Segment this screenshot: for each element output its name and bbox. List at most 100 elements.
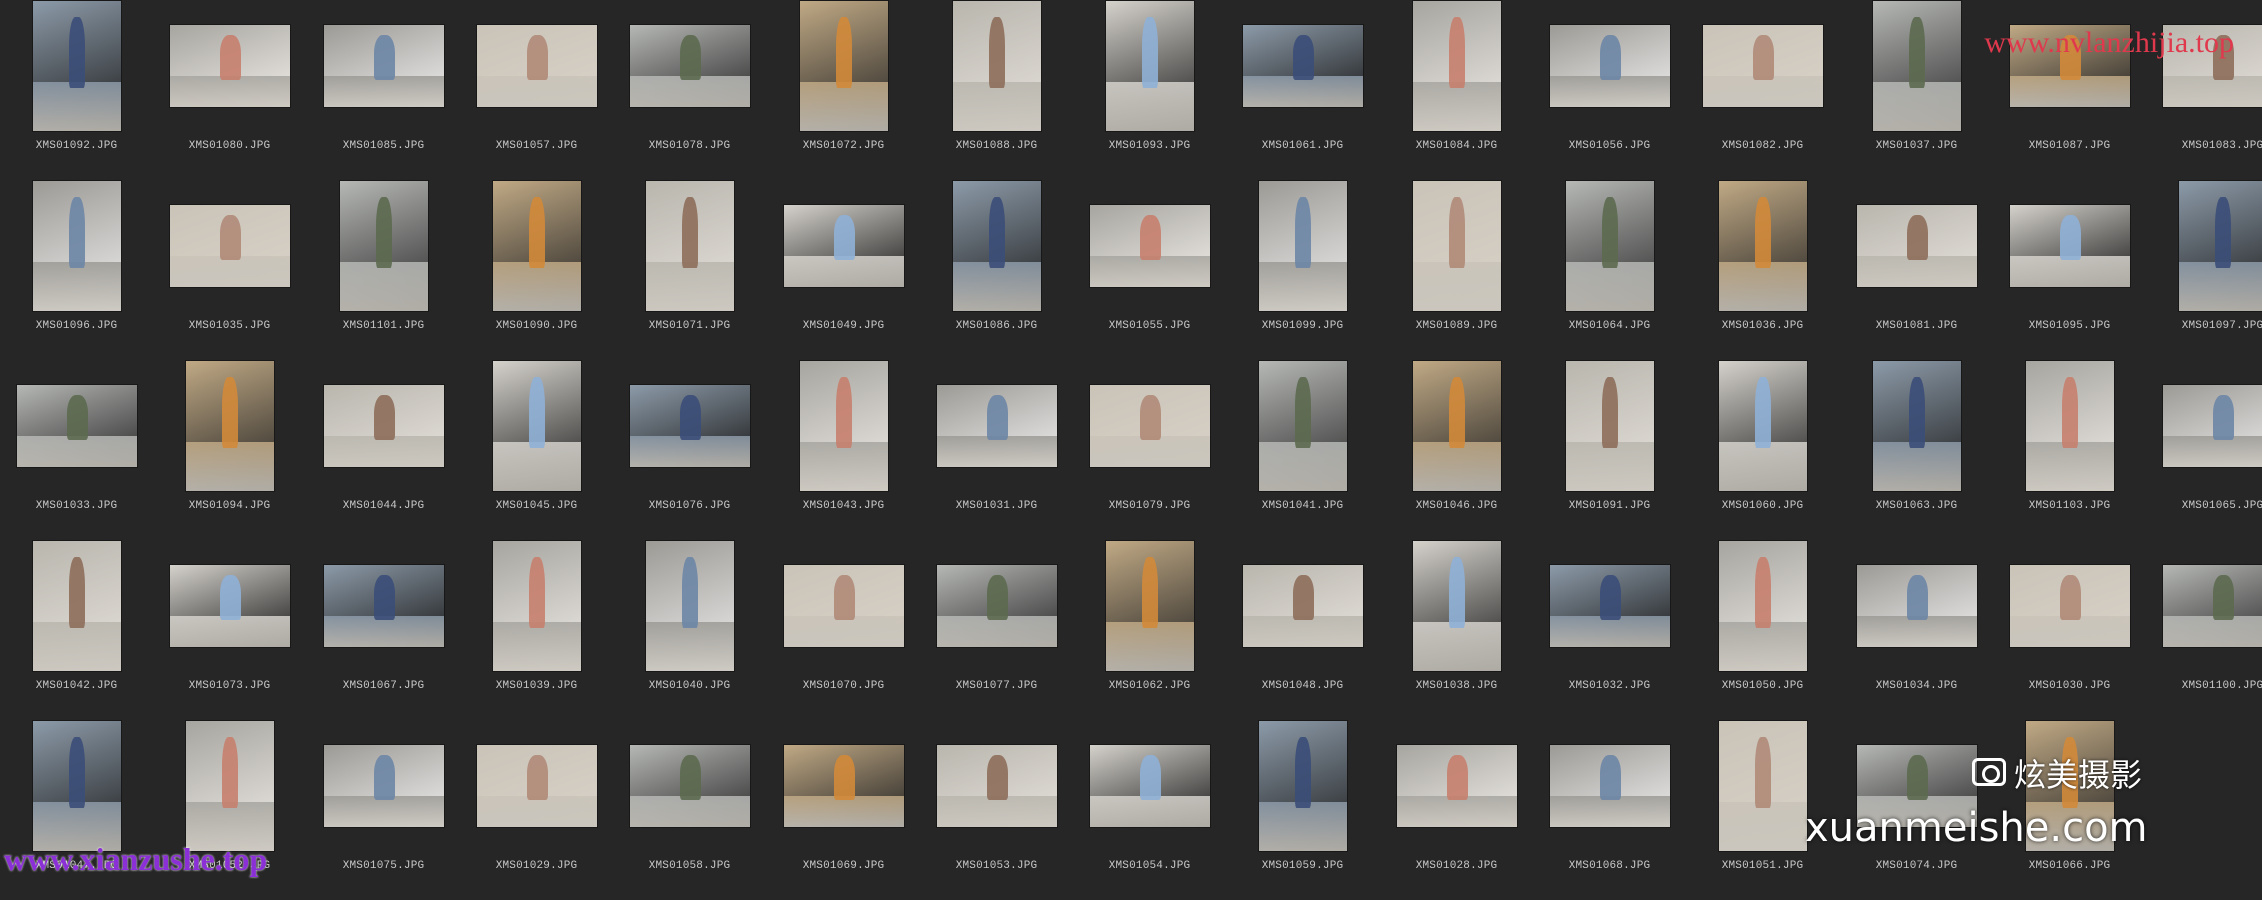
thumbnail-item[interactable]: XMS01091.JPG [1533, 360, 1686, 540]
thumbnail-item[interactable]: XMS01078.JPG [613, 0, 766, 180]
thumbnail-item[interactable]: XMS01057.JPG [460, 0, 613, 180]
thumbnail-item[interactable]: XMS01054.JPG [1073, 720, 1226, 900]
thumbnail-filename: XMS01084.JPG [1380, 140, 1533, 152]
thumbnail-image [2010, 565, 2130, 647]
thumbnail-item[interactable]: XMS01092.JPG [0, 0, 153, 180]
thumbnail-item[interactable]: XMS01071.JPG [613, 180, 766, 360]
thumbnail-item[interactable]: XMS01089.JPG [1380, 180, 1533, 360]
thumbnail-item[interactable]: XMS01093.JPG [1073, 0, 1226, 180]
thumbnail-item[interactable]: XMS01049.JPG [767, 180, 920, 360]
thumbnail-item[interactable]: XMS01062.JPG [1073, 540, 1226, 720]
thumbnail-item[interactable]: XMS01099.JPG [1226, 180, 1379, 360]
thumbnail-item[interactable]: XMS01040.JPG [613, 540, 766, 720]
thumbnail-item[interactable]: XMS01033.JPG [0, 360, 153, 540]
thumbnail-image [1719, 721, 1807, 851]
thumbnail-item[interactable]: XMS01035.JPG [153, 180, 306, 360]
thumbnail-item[interactable]: XMS01043.JPG [767, 360, 920, 540]
thumbnail-item[interactable]: XMS01069.JPG [767, 720, 920, 900]
thumbnail-item[interactable]: XMS01065.JPG [2146, 360, 2262, 540]
thumbnail-item[interactable]: XMS01068.JPG [1533, 720, 1686, 900]
thumbnail-item[interactable]: XMS01080.JPG [153, 0, 306, 180]
thumbnail-image [17, 385, 137, 467]
thumbnail-item[interactable]: XMS01094.JPG [153, 360, 306, 540]
thumbnail-image [1413, 181, 1501, 311]
thumbnail-item[interactable]: XMS01100.JPG [2146, 540, 2262, 720]
thumbnail-item[interactable]: XMS01081.JPG [1840, 180, 1993, 360]
thumbnail-item[interactable]: XMS01101.JPG [307, 180, 460, 360]
thumbnail-image [784, 205, 904, 287]
thumbnail-item[interactable]: XMS01032.JPG [1533, 540, 1686, 720]
thumbnail-filename: XMS01063.JPG [1840, 500, 1993, 512]
thumbnail-item[interactable]: XMS01076.JPG [613, 360, 766, 540]
thumbnail-item[interactable]: XMS01056.JPG [1533, 0, 1686, 180]
thumbnail-image [646, 181, 734, 311]
thumbnail-filename: XMS01101.JPG [307, 320, 460, 332]
thumbnail-item[interactable]: XMS01059.JPG [1226, 720, 1379, 900]
thumbnail-item[interactable]: XMS01034.JPG [1840, 540, 1993, 720]
thumbnail-item[interactable]: XMS01084.JPG [1380, 0, 1533, 180]
thumbnail-filename: XMS01037.JPG [1840, 140, 1993, 152]
thumbnail-item[interactable]: XMS01042.JPG [0, 540, 153, 720]
thumbnail-item[interactable]: XMS01063.JPG [1840, 360, 1993, 540]
thumbnail-item[interactable]: XMS01082.JPG [1686, 0, 1839, 180]
thumbnail-item[interactable]: XMS01029.JPG [460, 720, 613, 900]
thumbnail-filename: XMS01045.JPG [460, 500, 613, 512]
thumbnail-item[interactable]: XMS01072.JPG [767, 0, 920, 180]
thumbnail-filename: XMS01079.JPG [1073, 500, 1226, 512]
thumbnail-image [340, 181, 428, 311]
thumbnail-item[interactable]: XMS01048.JPG [1226, 540, 1379, 720]
thumbnail-item[interactable]: XMS01037.JPG [1840, 0, 1993, 180]
thumbnail-item[interactable]: XMS01096.JPG [0, 180, 153, 360]
thumbnail-item[interactable]: XMS01095.JPG [1993, 180, 2146, 360]
thumbnail-image [937, 385, 1057, 467]
thumbnail-item[interactable]: XMS01060.JPG [1686, 360, 1839, 540]
thumbnail-item[interactable]: XMS01031.JPG [920, 360, 1073, 540]
thumbnail-item[interactable]: XMS01064.JPG [1533, 180, 1686, 360]
thumbnail-item[interactable]: XMS01103.JPG [1993, 360, 2146, 540]
thumbnail-item[interactable]: XMS01085.JPG [307, 0, 460, 180]
thumbnail-image [493, 361, 581, 491]
thumbnail-filename: XMS01033.JPG [0, 500, 153, 512]
thumbnail-item[interactable]: XMS01070.JPG [767, 540, 920, 720]
thumbnail-item[interactable]: XMS01097.JPG [2146, 180, 2262, 360]
thumbnail-item[interactable]: XMS01086.JPG [920, 180, 1073, 360]
thumbnail-image [800, 361, 888, 491]
thumbnail-filename: XMS01078.JPG [613, 140, 766, 152]
thumbnail-item[interactable]: XMS01090.JPG [460, 180, 613, 360]
thumbnail-item[interactable]: XMS01055.JPG [1073, 180, 1226, 360]
thumbnail-item[interactable]: XMS01036.JPG [1686, 180, 1839, 360]
thumbnail-item[interactable]: XMS01079.JPG [1073, 360, 1226, 540]
thumbnail-image [1106, 541, 1194, 671]
thumbnail-image [646, 541, 734, 671]
thumbnail-filename: XMS01094.JPG [153, 500, 306, 512]
thumbnail-item[interactable]: XMS01067.JPG [307, 540, 460, 720]
thumbnail-item[interactable]: XMS01053.JPG [920, 720, 1073, 900]
thumbnail-item[interactable]: XMS01039.JPG [460, 540, 613, 720]
thumbnail-item[interactable]: XMS01030.JPG [1993, 540, 2146, 720]
thumbnail-item[interactable]: XMS01073.JPG [153, 540, 306, 720]
thumbnail-image [2026, 361, 2114, 491]
thumbnail-item[interactable]: XMS01061.JPG [1226, 0, 1379, 180]
thumbnail-item[interactable]: XMS01075.JPG [307, 720, 460, 900]
thumbnail-image [170, 205, 290, 287]
thumbnail-filename: XMS01086.JPG [920, 320, 1073, 332]
thumbnail-filename: XMS01082.JPG [1686, 140, 1839, 152]
thumbnail-filename: XMS01089.JPG [1380, 320, 1533, 332]
thumbnail-item[interactable]: XMS01041.JPG [1226, 360, 1379, 540]
thumbnail-filename: XMS01056.JPG [1533, 140, 1686, 152]
watermark-logo-text: 炫美摄影 [2014, 756, 2142, 794]
thumbnail-item[interactable]: XMS01088.JPG [920, 0, 1073, 180]
thumbnail-item[interactable]: XMS01044.JPG [307, 360, 460, 540]
thumbnail-item[interactable]: XMS01077.JPG [920, 540, 1073, 720]
thumbnail-filename: XMS01088.JPG [920, 140, 1073, 152]
thumbnail-filename: XMS01073.JPG [153, 680, 306, 692]
thumbnail-item[interactable]: XMS01046.JPG [1380, 360, 1533, 540]
thumbnail-item[interactable]: XMS01058.JPG [613, 720, 766, 900]
thumbnail-image [2163, 385, 2262, 467]
thumbnail-item[interactable]: XMS01050.JPG [1686, 540, 1839, 720]
thumbnail-item[interactable]: XMS01038.JPG [1380, 540, 1533, 720]
thumbnail-item[interactable]: XMS01045.JPG [460, 360, 613, 540]
thumbnail-filename: XMS01096.JPG [0, 320, 153, 332]
thumbnail-image [477, 745, 597, 827]
thumbnail-item[interactable]: XMS01028.JPG [1380, 720, 1533, 900]
